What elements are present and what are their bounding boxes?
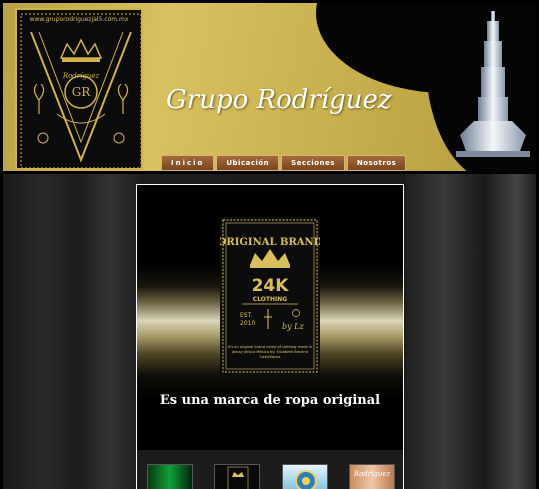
thumb-rodriguez[interactable]: Rodríguez <box>348 464 395 489</box>
brand-label-image[interactable]: ORIGINAL BRAND 24K CLOTHING EST. 2010 by… <box>220 217 320 375</box>
svg-text:ORIGINAL BRAND: ORIGINAL BRAND <box>220 237 320 248</box>
seal-icon <box>294 470 317 489</box>
svg-text:24K: 24K <box>252 276 290 296</box>
thumb-brand[interactable] <box>214 464 261 489</box>
svg-text:EST.: EST. <box>240 312 253 319</box>
monument-icon <box>456 11 530 157</box>
brand-crown-icon <box>228 466 249 489</box>
feature-tagline: Es una marca de ropa original <box>159 393 381 408</box>
site-title: Grupo Rodríguez <box>166 85 392 115</box>
site-logo[interactable]: GR Rodríguez www.gruporodriguezjal5.com.… <box>15 8 143 170</box>
main-nav: Inicio Ubicación Secciones Nosotros <box>161 155 407 171</box>
thumb-rodriguez-text: Rodríguez <box>353 470 391 478</box>
nav-secciones[interactable]: Secciones <box>281 155 345 171</box>
nav-nosotros[interactable]: Nosotros <box>346 155 407 171</box>
nav-inicio[interactable]: Inicio <box>161 155 215 171</box>
site-header: GR Rodríguez www.gruporodriguezjal5.com.… <box>3 3 536 171</box>
thumbnail-row: Rodríguez <box>147 464 395 489</box>
svg-text:Rodríguez: Rodríguez <box>62 72 100 80</box>
crown-emblem-icon: GR Rodríguez <box>20 13 142 169</box>
svg-text:CLOTHING: CLOTHING <box>253 296 287 303</box>
svg-text:GR: GR <box>72 85 92 99</box>
thumb-green[interactable] <box>147 464 193 489</box>
svg-text:by Lz: by Lz <box>282 322 304 331</box>
logo-url: www.gruporodriguezjal5.com.mx <box>29 16 129 23</box>
brand-fine-print: It's an original brand name of clothing … <box>227 345 313 359</box>
nav-ubicacion[interactable]: Ubicación <box>216 155 280 171</box>
svg-text:2010: 2010 <box>240 320 255 327</box>
thumb-seal[interactable] <box>281 464 328 489</box>
featured-panel: ORIGINAL BRAND 24K CLOTHING EST. 2010 by… <box>136 184 404 489</box>
